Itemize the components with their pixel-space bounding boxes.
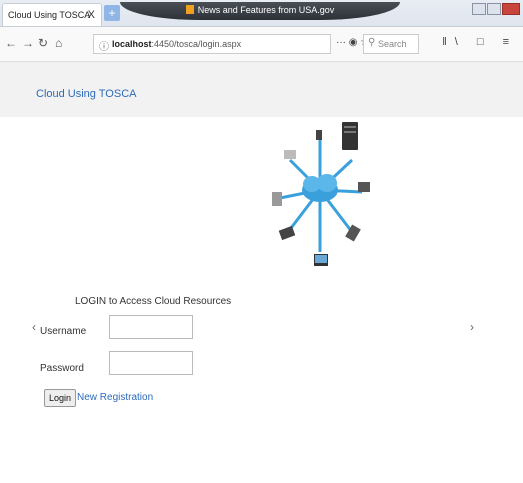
- search-icon: ⚲: [368, 37, 376, 48]
- tab-close-icon[interactable]: X: [88, 9, 95, 21]
- login-title: LOGIN to Access Cloud Resources: [75, 296, 232, 307]
- back-icon[interactable]: ←: [5, 36, 17, 50]
- brand-link[interactable]: Cloud Using TOSCA: [36, 88, 136, 100]
- cloud-network-illustration: [272, 122, 370, 266]
- url-text[interactable]: localhost:4450/tosca/login.aspx: [112, 39, 241, 49]
- info-icon[interactable]: ⓘ: [99, 38, 109, 53]
- search-placeholder: Search: [378, 39, 407, 49]
- site-header: Cloud Using TOSCA: [0, 62, 523, 117]
- window-close-button[interactable]: [502, 3, 520, 15]
- password-input[interactable]: [109, 351, 193, 375]
- home-icon[interactable]: ⌂: [55, 36, 62, 50]
- news-icon: [185, 5, 194, 14]
- carousel-prev-icon[interactable]: ‹: [32, 320, 36, 334]
- window-titlebar: Cloud Using TOSCA X + News and Features …: [0, 0, 523, 27]
- search-box[interactable]: ⚲ Search: [363, 34, 419, 54]
- notification-text: News and Features from USA.gov: [197, 5, 335, 15]
- window-controls: [471, 3, 520, 21]
- minimize-button[interactable]: [472, 3, 486, 15]
- username-input[interactable]: [109, 315, 193, 339]
- navigation-toolbar: ← → ↻ ⌂ ⓘ localhost:4450/tosca/login.asp…: [0, 27, 523, 62]
- login-button[interactable]: Login: [44, 389, 77, 407]
- forward-icon[interactable]: →: [22, 36, 34, 50]
- tab-title: Cloud Using TOSCA: [8, 10, 91, 20]
- password-label: Password: [40, 363, 84, 374]
- address-bar[interactable]: ⓘ localhost:4450/tosca/login.aspx: [93, 34, 331, 54]
- browser-tab[interactable]: Cloud Using TOSCA X: [2, 3, 102, 26]
- new-tab-button[interactable]: +: [104, 5, 120, 21]
- url-host: localhost: [112, 39, 152, 49]
- reload-icon[interactable]: ↻: [38, 36, 48, 50]
- carousel-next-icon[interactable]: ›: [470, 320, 474, 334]
- toolbar-menu-icons[interactable]: ‖\ □ ≡: [442, 36, 517, 48]
- new-registration-link[interactable]: New Registration: [77, 392, 153, 403]
- maximize-button[interactable]: [487, 3, 501, 15]
- username-label: Username: [40, 326, 87, 337]
- url-path: :4450/tosca/login.aspx: [151, 39, 242, 49]
- notification-bar[interactable]: News and Features from USA.gov: [120, 2, 400, 20]
